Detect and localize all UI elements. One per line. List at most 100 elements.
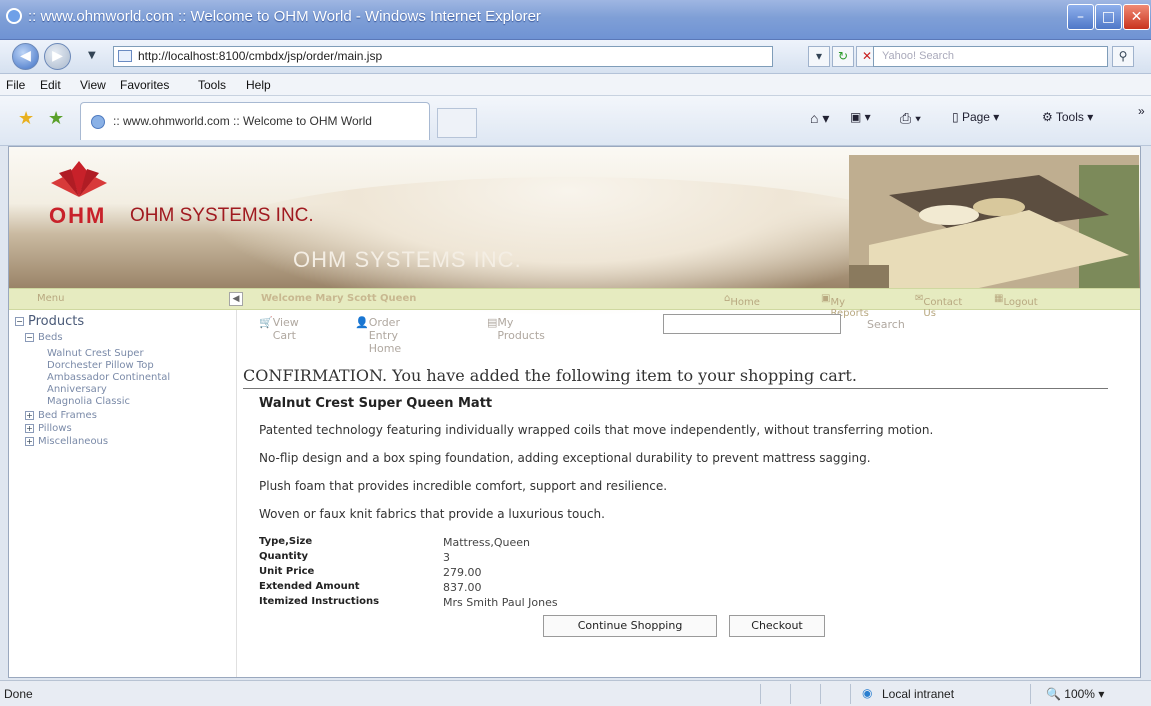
company-name: OHM SYSTEMS INC.: [130, 205, 314, 226]
history-dropdown-icon[interactable]: ▼: [88, 50, 96, 61]
add-favorite-icon[interactable]: ★: [48, 108, 64, 129]
products-sidebar: − Products − Beds Walnut Crest Super Dorch…: [9, 310, 237, 677]
product-description: Woven or faux knit fabrics that provide …: [259, 507, 605, 521]
menu-label: Menu: [37, 293, 65, 304]
tree-pillows-label: Pillows: [38, 423, 72, 434]
status-bar: Done ◉ Local intranet 🔍 100% ▾: [0, 680, 1151, 706]
tools-menu-label: Tools: [1055, 110, 1084, 124]
feeds-icon[interactable]: ▣ ▾: [850, 110, 871, 124]
logout-link[interactable]: ▦ Logout: [994, 293, 1038, 308]
home-link[interactable]: ⌂ Home: [724, 293, 760, 308]
bed-photo-image: [849, 155, 1139, 288]
minimize-button[interactable]: –: [1067, 4, 1094, 30]
page-menu[interactable]: ▯ Page ▾: [952, 110, 999, 124]
expand-bed-frames-icon[interactable]: +: [25, 410, 34, 420]
window-title: :: www.ohmworld.com :: Welcome to OHM Wo…: [28, 8, 541, 25]
status-divider: [850, 684, 851, 704]
page-content: OHM OHM SYSTEMS INC. OHM SYSTEMS INC. Me…: [8, 146, 1141, 678]
product-description: No-flip design and a box sping foundatio…: [259, 451, 871, 465]
detail-label: Type,Size: [259, 536, 313, 547]
menu-tools[interactable]: Tools: [198, 78, 226, 92]
new-tab-button[interactable]: [437, 108, 477, 138]
tree-item-anniversary[interactable]: Anniversary: [47, 384, 107, 395]
detail-label: Quantity: [259, 551, 308, 562]
tree-miscellaneous[interactable]: + Miscellaneous: [25, 436, 108, 447]
back-button[interactable]: ◀: [12, 43, 39, 70]
menu-strip: Menu ◀ Welcome Mary Scott Queen ⌂ Home ▣…: [9, 288, 1140, 319]
forward-button[interactable]: ▶: [44, 43, 71, 70]
search-link[interactable]: Search: [867, 318, 905, 331]
view-cart-link[interactable]: 🛒 View Cart: [259, 316, 299, 342]
status-divider: [820, 684, 821, 704]
expand-miscellaneous-icon[interactable]: +: [25, 436, 34, 446]
my-products-link[interactable]: ▤ My Products: [487, 316, 545, 342]
print-icon[interactable]: ⎙ ▾: [900, 110, 921, 127]
view-cart-label: View Cart: [272, 316, 299, 342]
detail-label: Unit Price: [259, 566, 315, 577]
tree-beds[interactable]: − Beds: [25, 332, 63, 343]
page-icon: [118, 50, 132, 62]
tree-products-label: Products: [28, 314, 85, 329]
tree-item-walnut-crest[interactable]: Walnut Crest Super: [47, 348, 144, 359]
tab-ohm-world[interactable]: :: www.ohmworld.com :: Welcome to OHM Wo…: [80, 102, 430, 140]
tools-menu[interactable]: ⚙ Tools ▾: [1042, 110, 1093, 124]
search-icon[interactable]: ⚲: [1112, 46, 1134, 67]
favorites-star-icon[interactable]: ★: [18, 108, 34, 129]
product-title: Walnut Crest Super Queen Matt: [259, 396, 493, 411]
address-text: http://localhost:8100/cmbdx/jsp/order/ma…: [138, 49, 383, 63]
maximize-button[interactable]: □: [1095, 4, 1122, 30]
address-input[interactable]: http://localhost:8100/cmbdx/jsp/order/ma…: [113, 46, 773, 67]
my-products-label: My Products: [497, 316, 545, 342]
tree-item-ambassador[interactable]: Ambassador Continental: [47, 372, 170, 383]
order-entry-link[interactable]: 👤 Order Entry Home: [355, 316, 401, 355]
tree-products[interactable]: − Products: [15, 314, 84, 329]
order-entry-label: Order Entry Home: [368, 316, 402, 355]
tree-bed-frames[interactable]: + Bed Frames: [25, 410, 97, 421]
collapse-beds-icon[interactable]: −: [25, 332, 34, 342]
close-button[interactable]: ✕: [1123, 4, 1150, 30]
collapse-products-icon[interactable]: −: [15, 317, 24, 326]
status-divider: [790, 684, 791, 704]
tree-miscellaneous-label: Miscellaneous: [38, 436, 109, 447]
tab-title: :: www.ohmworld.com :: Welcome to OHM Wo…: [113, 114, 372, 128]
logo-wordmark: OHM: [49, 203, 107, 228]
zoom-control[interactable]: 🔍 100% ▾: [1046, 687, 1104, 701]
refresh-button[interactable]: ↻: [832, 46, 854, 67]
menu-view[interactable]: View: [80, 78, 106, 92]
tree-pillows[interactable]: + Pillows: [25, 423, 72, 434]
tree-item-dorchester[interactable]: Dorchester Pillow Top: [47, 360, 154, 371]
tree-beds-label: Beds: [38, 332, 63, 343]
intranet-icon: ◉: [862, 686, 873, 700]
status-divider: [760, 684, 761, 704]
continue-shopping-button[interactable]: Continue Shopping: [543, 615, 717, 637]
home-icon[interactable]: ⌂ ▾: [810, 110, 829, 127]
tab-favicon-icon: [91, 115, 105, 129]
reports-link[interactable]: ▣ My Reports: [821, 293, 869, 319]
detail-value: Mattress,Queen: [443, 536, 531, 549]
confirmation-heading: CONFIRMATION. You have added the followi…: [243, 366, 1108, 389]
product-search-input[interactable]: [663, 314, 841, 334]
address-toolbar: ◀ ▶ ▼ http://localhost:8100/cmbdx/jsp/or…: [0, 40, 1151, 74]
checkout-button[interactable]: Checkout: [729, 615, 825, 637]
address-dropdown-icon[interactable]: ▾: [808, 46, 830, 67]
zoom-level: 100%: [1064, 687, 1095, 701]
collapse-menu-button[interactable]: ◀: [229, 292, 243, 306]
home-link-label: Home: [730, 297, 760, 308]
site-banner: OHM OHM SYSTEMS INC. OHM SYSTEMS INC.: [9, 147, 1140, 317]
tree-item-magnolia[interactable]: Magnolia Classic: [47, 396, 130, 407]
menu-edit[interactable]: Edit: [40, 78, 61, 92]
detail-value: 837.00: [443, 581, 482, 594]
expand-pillows-icon[interactable]: +: [25, 423, 34, 433]
detail-value: 3: [443, 551, 450, 564]
detail-label: Itemized Instructions: [259, 596, 380, 607]
detail-value: Mrs Smith Paul Jones: [443, 596, 558, 609]
contact-link[interactable]: ✉ Contact Us: [915, 293, 962, 319]
welcome-text: Welcome Mary Scott Queen: [261, 293, 417, 304]
menu-favorites[interactable]: Favorites: [120, 78, 169, 92]
ie-logo-icon: [6, 8, 22, 24]
menu-help[interactable]: Help: [246, 78, 271, 92]
chevron-more-icon[interactable]: »: [1138, 104, 1145, 118]
search-input[interactable]: Yahoo! Search: [873, 46, 1108, 67]
status-text: Done: [4, 687, 33, 701]
menu-file[interactable]: File: [6, 78, 25, 92]
